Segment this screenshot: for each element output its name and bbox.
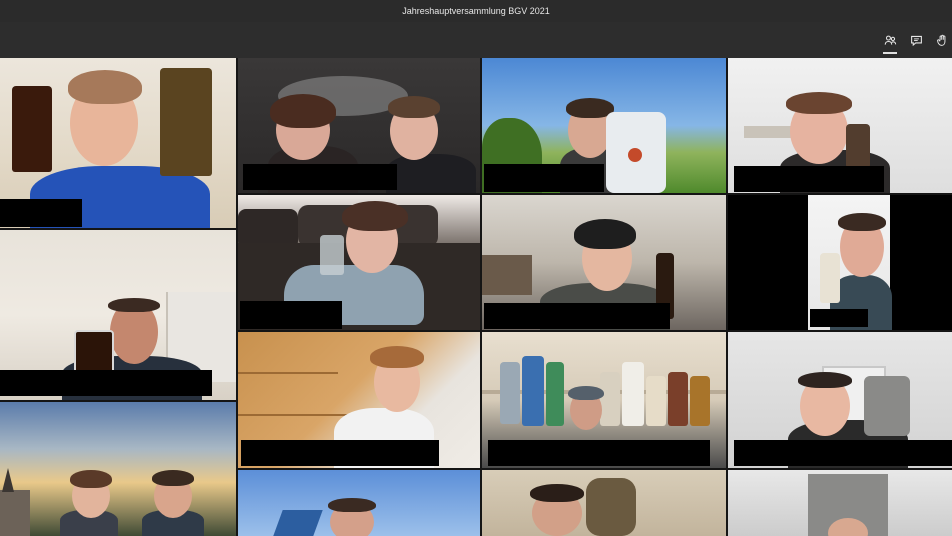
bottle-icon [500, 362, 520, 424]
name-label-redacted [243, 164, 397, 190]
raise-hand-icon[interactable] [932, 30, 952, 50]
video-tile[interactable] [238, 470, 480, 536]
name-label-redacted [0, 370, 212, 396]
bottle-icon [522, 356, 544, 426]
mug-icon [74, 330, 114, 374]
window-title: Jahreshauptversammlung BGV 2021 [402, 6, 550, 16]
participant-hair [270, 94, 336, 128]
bottle-icon [646, 376, 666, 426]
video-tile[interactable] [482, 195, 726, 330]
bottle-icon [600, 372, 620, 426]
participant-hair [786, 92, 852, 114]
video-gallery [0, 58, 952, 536]
name-label-redacted [734, 440, 952, 466]
title-bar: Jahreshauptversammlung BGV 2021 [0, 0, 952, 22]
participant-hair [342, 201, 408, 231]
name-label-redacted [241, 440, 439, 466]
cap-icon [568, 386, 604, 400]
bottle-icon [846, 124, 870, 168]
participant-hair [530, 484, 584, 502]
meeting-toolbar [0, 22, 952, 58]
video-tile[interactable] [482, 470, 726, 536]
video-tile[interactable] [728, 195, 952, 330]
name-label-redacted [734, 166, 884, 192]
bottle-icon [546, 362, 564, 426]
bottle-icon [690, 376, 710, 426]
participant-hair [370, 346, 424, 368]
participants-icon[interactable] [880, 30, 900, 54]
video-tile[interactable] [0, 402, 236, 536]
chat-icon[interactable] [906, 30, 926, 50]
glass-icon [320, 235, 344, 275]
participant-hair [108, 298, 160, 312]
video-tile[interactable] [238, 332, 480, 468]
bottle-icon [820, 253, 840, 303]
video-tile[interactable] [482, 58, 726, 193]
name-label-redacted [484, 303, 670, 329]
bottle-icon [622, 362, 644, 426]
video-tile[interactable] [482, 332, 726, 468]
glass-icon [586, 478, 636, 536]
name-label-redacted [0, 199, 82, 227]
mug-icon [864, 376, 910, 436]
video-tile[interactable] [0, 230, 236, 400]
bottle-icon [160, 68, 212, 176]
participant-body [386, 154, 476, 193]
video-tile[interactable] [728, 58, 952, 193]
name-label-redacted [488, 440, 710, 466]
participant-hair [798, 372, 852, 388]
name-label-redacted [484, 164, 604, 192]
video-tile[interactable] [728, 332, 952, 468]
participant-hair [152, 470, 194, 486]
participant-hair [838, 213, 886, 231]
bottle-icon [12, 86, 52, 172]
name-label-redacted [240, 301, 342, 329]
participant-hair [70, 470, 112, 488]
video-tile[interactable] [238, 58, 480, 193]
participant-hair [68, 70, 142, 104]
bottle-icon [668, 372, 688, 426]
video-tile[interactable] [0, 58, 236, 228]
participant-hair [328, 498, 376, 512]
video-tile[interactable] [728, 470, 952, 536]
name-label-redacted [810, 309, 868, 327]
video-tile[interactable] [238, 195, 480, 330]
headset-icon [574, 219, 636, 249]
participant-hair [388, 96, 440, 118]
